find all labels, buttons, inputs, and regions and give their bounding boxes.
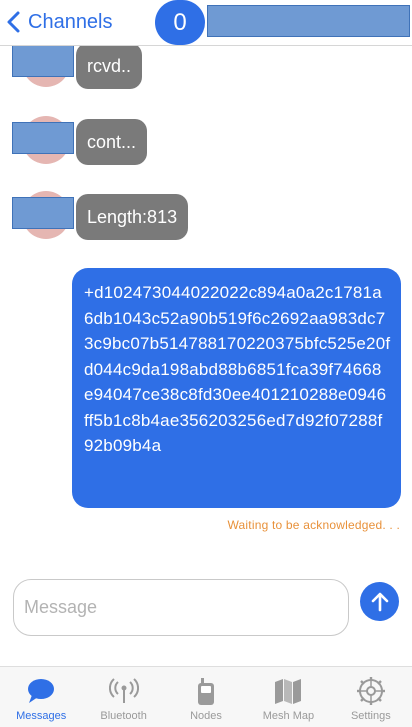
redacted-channel-title bbox=[207, 5, 410, 37]
gear-icon bbox=[355, 675, 387, 707]
tab-bar: Messages Bluetooth Nodes Mesh Map Settin… bbox=[0, 666, 412, 727]
redacted-sender-name bbox=[12, 122, 74, 154]
sender-avatar bbox=[12, 46, 74, 89]
chat-bubble-icon bbox=[25, 675, 57, 707]
message-status: Waiting to be acknowledged. . . bbox=[227, 518, 400, 532]
handheld-radio-icon bbox=[190, 675, 222, 707]
redacted-sender-name bbox=[12, 197, 74, 229]
incoming-message-bubble[interactable]: cont... bbox=[76, 119, 148, 165]
map-icon bbox=[272, 675, 304, 707]
sender-avatar bbox=[12, 191, 74, 241]
tab-label: Mesh Map bbox=[262, 710, 315, 722]
tab-messages[interactable]: Messages bbox=[0, 667, 82, 727]
outgoing-message-bubble[interactable]: +d102473044022022c894a0a2c1781a6db1043c5… bbox=[72, 268, 401, 508]
count-badge: 0 bbox=[155, 0, 205, 45]
incoming-message-bubble[interactable]: Length:813 bbox=[76, 194, 189, 240]
incoming-message-bubble[interactable]: rcvd.. bbox=[76, 46, 143, 89]
tab-mesh-map[interactable]: Mesh Map bbox=[247, 667, 329, 727]
tab-label: Bluetooth bbox=[100, 710, 147, 722]
redacted-sender-name bbox=[12, 46, 74, 77]
nav-bar: Channels 0 bbox=[0, 0, 412, 46]
back-label: Channels bbox=[28, 10, 113, 33]
tab-bluetooth[interactable]: Bluetooth bbox=[82, 667, 164, 727]
chevron-left-icon bbox=[7, 11, 20, 33]
send-button[interactable] bbox=[360, 582, 399, 621]
tab-label: Messages bbox=[16, 710, 67, 722]
arrow-up-icon bbox=[371, 592, 388, 611]
antenna-icon bbox=[108, 675, 140, 707]
tab-nodes[interactable]: Nodes bbox=[165, 667, 247, 727]
message-list[interactable]: rcvd.. cont... Length:813 +d102473044022… bbox=[0, 46, 412, 566]
message-composer bbox=[0, 566, 412, 646]
message-input[interactable] bbox=[13, 579, 349, 636]
back-button[interactable]: Channels bbox=[6, 6, 113, 38]
tab-label: Settings bbox=[350, 710, 391, 722]
sender-avatar bbox=[12, 116, 74, 166]
tab-settings[interactable]: Settings bbox=[330, 667, 412, 727]
tab-label: Nodes bbox=[190, 710, 222, 722]
